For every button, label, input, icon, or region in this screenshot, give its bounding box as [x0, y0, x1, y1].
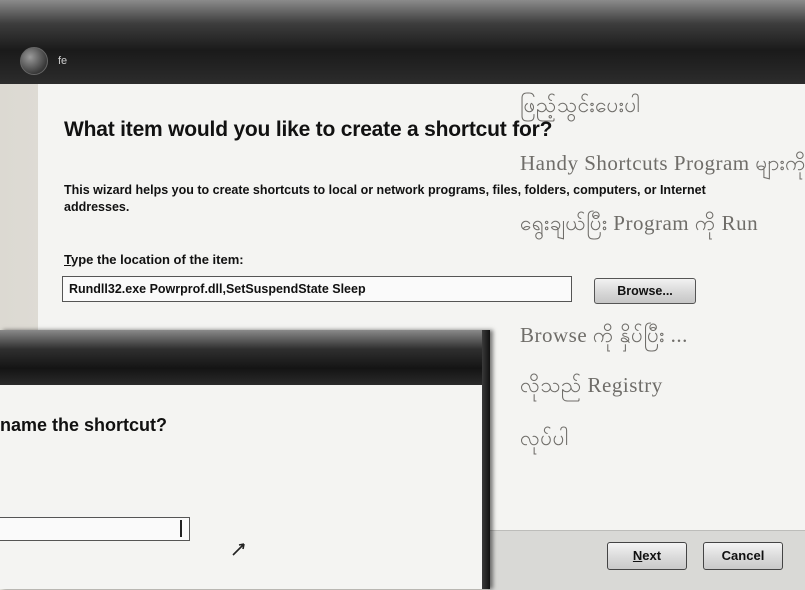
location-label-accelerator: T	[64, 252, 71, 267]
wizard-title: fe	[58, 55, 68, 67]
location-input[interactable]	[62, 276, 572, 302]
text-cursor	[180, 520, 182, 537]
page-text-line: လုပ်ပါ	[520, 426, 569, 450]
location-label-text: ype the location of the item:	[70, 252, 244, 267]
page-text-line: Handy Shortcuts Program များကို	[520, 151, 805, 175]
page-text-line: Browse ကို နှိပ်ပြီး ...	[520, 323, 688, 347]
next-label-text: ext	[642, 548, 662, 563]
name-shortcut-question: name the shortcut?	[0, 415, 168, 435]
wizard-title-bar: fe	[0, 0, 805, 84]
next-button[interactable]: Next	[607, 542, 687, 570]
window-edge	[482, 330, 490, 589]
shortcut-name-input[interactable]	[0, 517, 190, 541]
browse-button[interactable]: Browse...	[594, 278, 696, 304]
wizard-description: This wizard helps you to create shortcut…	[64, 183, 706, 214]
location-label: Type the location of the item:	[64, 252, 244, 267]
wizard-heading: What item would you like to create a sho…	[64, 118, 553, 141]
next-accelerator: N	[632, 548, 643, 563]
back-arrow-icon[interactable]	[20, 47, 48, 75]
cancel-button[interactable]: Cancel	[703, 542, 783, 570]
mouse-pointer-icon	[232, 543, 245, 556]
page-text-line: ဖြည့်သွင်းပေးပါ	[520, 93, 641, 117]
page-text-line: လိုသည် Registry	[520, 373, 663, 397]
name-window-title-bar	[0, 330, 490, 385]
